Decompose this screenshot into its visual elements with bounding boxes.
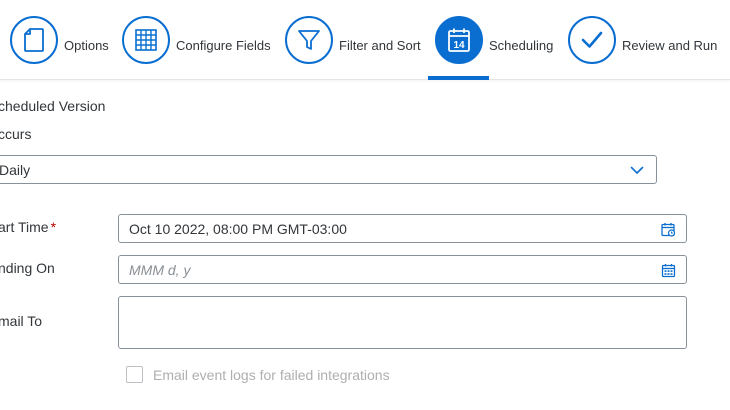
start-time-label: art Time: [0, 219, 49, 235]
ending-on-label: nding On: [0, 260, 55, 276]
step-label-options: Options: [64, 37, 109, 53]
active-step-indicator: [428, 76, 489, 80]
start-time-value: Oct 10 2022, 08:00 PM GMT-03:00: [129, 220, 347, 237]
calendar-14-icon: 14: [448, 28, 470, 52]
step-circle-configure-fields[interactable]: [122, 16, 170, 64]
step-circle-review-and-run[interactable]: [568, 16, 616, 64]
email-to-label: mail To: [0, 313, 43, 329]
step-circle-scheduling[interactable]: 14: [435, 16, 483, 64]
wizard-step-options[interactable]: Options: [10, 0, 109, 80]
checkmark-icon: [581, 31, 603, 48]
section-title: cheduled Version: [0, 98, 106, 114]
calendar-icon[interactable]: [661, 263, 676, 278]
step-label-scheduling: Scheduling: [489, 37, 554, 53]
email-logs-checkbox-label: Email event logs for failed integrations: [153, 366, 390, 383]
wizard-step-scheduling[interactable]: 14 Scheduling: [435, 0, 553, 80]
table-grid-icon: [135, 29, 157, 51]
step-circle-options[interactable]: [10, 16, 58, 64]
step-label-configure-fields: Configure Fields: [176, 37, 271, 53]
start-time-input[interactable]: Oct 10 2022, 08:00 PM GMT-03:00: [118, 214, 687, 243]
email-logs-checkbox[interactable]: [126, 366, 143, 383]
step-label-filter-and-sort: Filter and Sort: [339, 37, 421, 53]
wizard-header: Options Configure Fields Filter and Sort: [0, 0, 730, 80]
filter-icon: [298, 30, 320, 50]
occurs-selected-value: Daily: [0, 161, 31, 178]
email-logs-checkbox-row: Email event logs for failed integrations: [126, 366, 390, 383]
occurs-select[interactable]: Daily: [0, 155, 657, 184]
wizard-step-filter-and-sort[interactable]: Filter and Sort: [285, 0, 421, 80]
ending-on-placeholder: MMM d, y: [129, 261, 191, 278]
document-icon: [24, 28, 44, 52]
ending-on-input[interactable]: MMM d, y: [118, 255, 687, 284]
email-to-textarea[interactable]: [118, 296, 687, 349]
calendar-day-number: 14: [453, 40, 465, 51]
chevron-down-icon[interactable]: [630, 163, 644, 177]
datetime-picker-icon[interactable]: [661, 222, 676, 237]
step-label-review-and-run: Review and Run: [622, 37, 718, 53]
wizard-step-review-and-run[interactable]: Review and Run: [568, 0, 717, 80]
required-marker: *: [50, 219, 57, 235]
start-time-label-row: art Time *: [0, 219, 56, 235]
wizard-step-configure-fields[interactable]: Configure Fields: [122, 0, 271, 80]
occurs-label: ccurs: [0, 126, 32, 142]
step-circle-filter-and-sort[interactable]: [285, 16, 333, 64]
